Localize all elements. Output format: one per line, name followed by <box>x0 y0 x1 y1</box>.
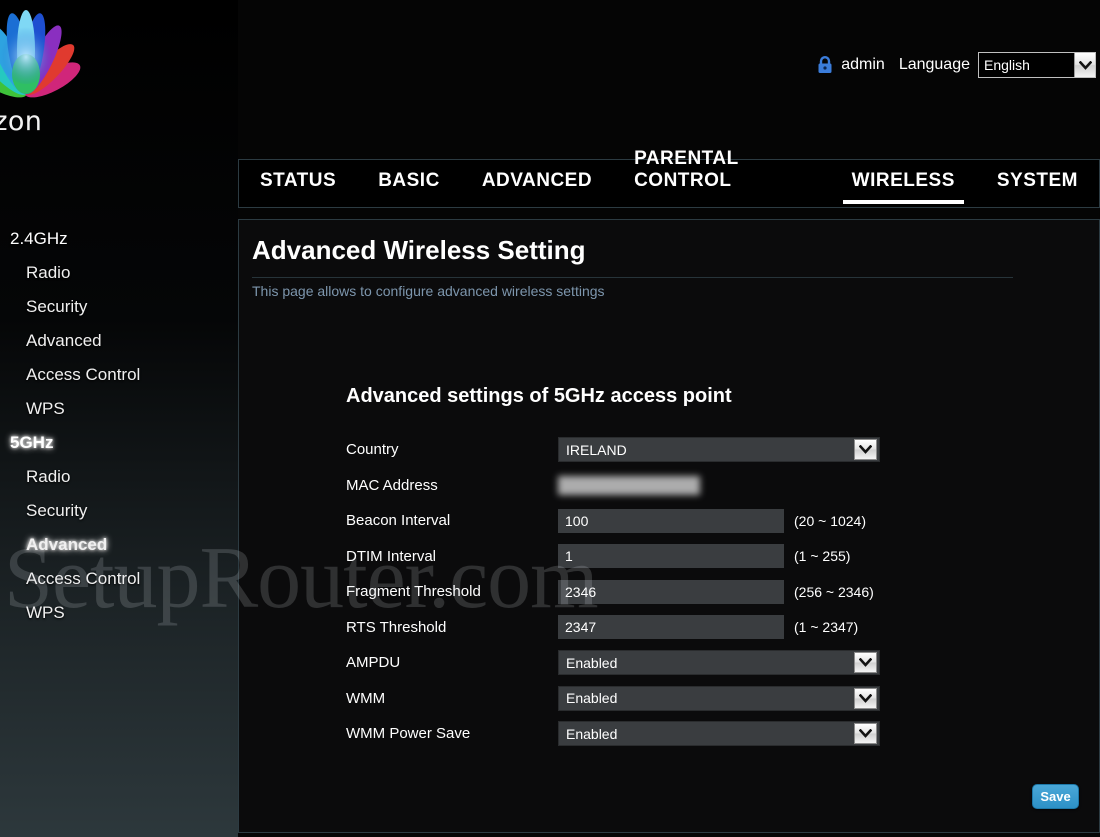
beacon-interval-label: Beacon Interval <box>346 512 451 530</box>
router-admin-page: horizon 2.4GHzRadioSecurityAdvancedAcces… <box>0 0 1100 837</box>
wmm-select[interactable]: Enabled <box>558 685 880 711</box>
page-title: Advanced Wireless Setting <box>252 235 586 265</box>
mac-address-label: MAC Address <box>346 476 438 494</box>
ampdu-select[interactable]: Enabled <box>558 650 880 676</box>
form-row-mac-address: MAC Address <box>346 468 1066 504</box>
form-row-wmm-power-save: WMM Power Save Enabled <box>346 716 1066 752</box>
language-select[interactable]: English <box>978 52 1096 78</box>
account-bar: admin Language English <box>817 52 1096 78</box>
section-title: Advanced settings of 5GHz access point <box>346 385 732 407</box>
form-row-ampdu: AMPDU Enabled <box>346 645 1066 681</box>
advanced-wireless-form: Country IRELAND MAC Address Beacon Interval… <box>346 432 1066 752</box>
ampdu-label: AMPDU <box>346 654 401 672</box>
form-row-fragment-threshold: Fragment Threshold (256 ~ 2346) <box>346 574 1066 610</box>
rts-threshold-range-hint: (1 ~ 2347) <box>794 619 859 636</box>
sidebar-item-2-4ghz-radio[interactable]: Radio <box>0 256 238 290</box>
wmm-power-save-selected-value: Enabled <box>566 725 618 742</box>
dtim-interval-range-hint: (1 ~ 255) <box>794 548 851 565</box>
redaction-block <box>558 475 700 495</box>
sidebar-group-2-4ghz[interactable]: 2.4GHz <box>0 222 238 256</box>
form-row-beacon-interval: Beacon Interval (20 ~ 1024) <box>346 503 1066 539</box>
fragment-threshold-input[interactable] <box>558 579 784 604</box>
sidebar-item-2-4ghz-advanced[interactable]: Advanced <box>0 324 238 358</box>
tab-basic[interactable]: BASIC <box>357 170 461 207</box>
left-column: horizon 2.4GHzRadioSecurityAdvancedAcces… <box>0 0 238 837</box>
sidebar-item-5ghz-wps[interactable]: WPS <box>0 596 238 630</box>
chevron-down-icon[interactable] <box>854 439 877 461</box>
dtim-interval-input[interactable] <box>558 544 784 569</box>
save-button[interactable]: Save <box>1032 784 1079 809</box>
title-divider <box>252 277 1013 278</box>
country-label: Country <box>346 441 399 459</box>
language-label: Language <box>898 56 970 73</box>
sidebar-item-5ghz-advanced[interactable]: Advanced <box>0 528 238 562</box>
wmm-power-save-select[interactable]: Enabled <box>558 721 880 747</box>
form-row-country: Country IRELAND <box>346 432 1066 468</box>
wmm-label: WMM <box>346 689 386 707</box>
ampdu-selected-value: Enabled <box>566 654 618 671</box>
beacon-interval-range-hint: (20 ~ 1024) <box>794 512 866 529</box>
lotus-flower-logo: horizon <box>0 6 108 146</box>
country-selected-value: IRELAND <box>566 441 627 458</box>
language-selected-value: English <box>984 57 1030 73</box>
rts-threshold-input[interactable] <box>558 615 784 640</box>
chevron-down-icon[interactable] <box>854 723 877 745</box>
form-row-wmm: WMM Enabled <box>346 681 1066 717</box>
form-row-dtim-interval: DTIM Interval (1 ~ 255) <box>346 539 1066 575</box>
tab-wireless[interactable]: WIRELESS <box>831 170 976 207</box>
sidebar-item-5ghz-radio[interactable]: Radio <box>0 460 238 494</box>
tab-parental-control[interactable]: PARENTAL CONTROL <box>613 148 831 207</box>
sidebar-item-2-4ghz-wps[interactable]: WPS <box>0 392 238 426</box>
rts-threshold-label: RTS Threshold <box>346 618 447 636</box>
sidebar-nav: 2.4GHz Radio Security Advanced Access Contro… <box>0 222 238 630</box>
fragment-threshold-range-hint: (256 ~ 2346) <box>794 583 874 600</box>
country-select[interactable]: IRELAND <box>558 437 880 463</box>
lotus-flower-icon <box>0 10 81 98</box>
admin-user-label: admin <box>841 56 885 73</box>
tab-system[interactable]: SYSTEM <box>976 170 1099 207</box>
sidebar-item-5ghz-security[interactable]: Security <box>0 494 238 528</box>
sidebar-group-5ghz[interactable]: 5GHz <box>0 426 238 460</box>
tab-status[interactable]: STATUS <box>239 170 357 207</box>
sidebar-item-2-4ghz-security[interactable]: Security <box>0 290 238 324</box>
mac-address-value-redacted <box>558 475 784 495</box>
chevron-down-icon[interactable] <box>1074 53 1095 77</box>
form-row-rts-threshold: RTS Threshold (1 ~ 2347) <box>346 610 1066 646</box>
sidebar-item-5ghz-access-control[interactable]: Access Control <box>0 562 238 596</box>
brand-name: horizon <box>0 106 43 137</box>
page-subtitle: This page allows to configure advanced w… <box>252 283 605 299</box>
chevron-down-icon[interactable] <box>854 687 877 709</box>
dtim-interval-label: DTIM Interval <box>346 547 437 565</box>
tab-advanced[interactable]: ADVANCED <box>461 170 613 207</box>
beacon-interval-input[interactable] <box>558 508 784 533</box>
chevron-down-icon[interactable] <box>854 652 877 674</box>
content-panel: Advanced Wireless Setting This page allo… <box>238 219 1100 833</box>
lock-icon <box>818 56 832 73</box>
wmm-power-save-label: WMM Power Save <box>346 725 471 743</box>
main-tab-strip: STATUS BASIC ADVANCED PARENTAL CONTROL WIREL… <box>238 148 1100 208</box>
wmm-selected-value: Enabled <box>566 690 618 707</box>
fragment-threshold-label: Fragment Threshold <box>346 583 481 601</box>
sidebar-item-2-4ghz-access-control[interactable]: Access Control <box>0 358 238 392</box>
